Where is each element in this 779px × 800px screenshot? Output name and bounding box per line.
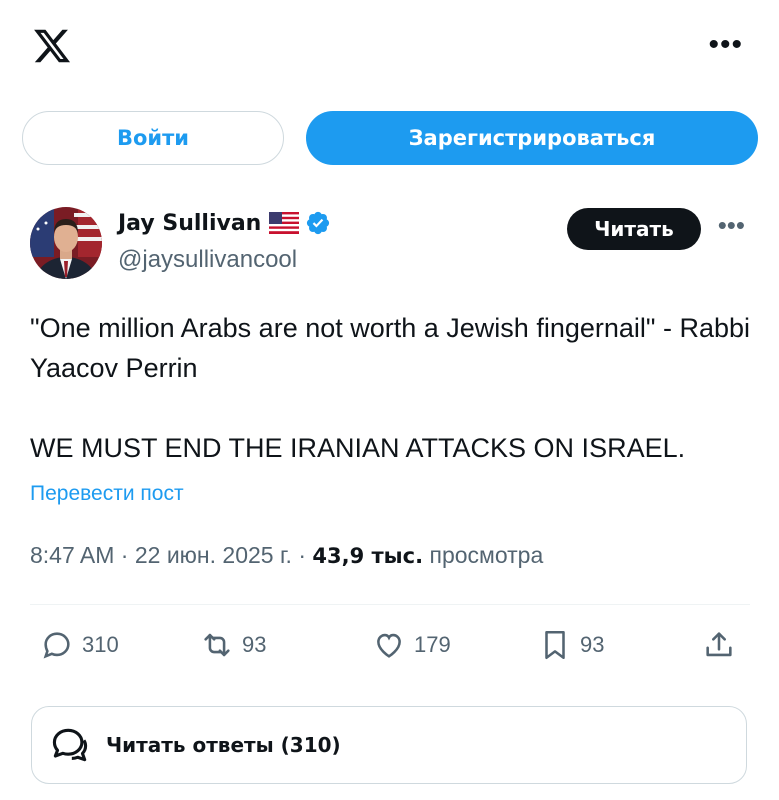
meta-separator: · (298, 542, 306, 568)
repost-button[interactable]: 93 (200, 628, 266, 662)
us-flag-icon (269, 212, 300, 234)
tweet-date[interactable]: 22 июн. 2025 г. (135, 542, 292, 568)
like-count: 179 (414, 632, 451, 657)
replies-bubble-icon (52, 728, 88, 762)
like-button[interactable]: 179 (372, 628, 451, 662)
read-replies-button[interactable]: Читать ответы (310) (31, 706, 747, 784)
avatar[interactable] (30, 207, 102, 279)
bookmark-count: 93 (580, 632, 605, 657)
author-handle[interactable]: @jaysullivancool (118, 246, 297, 274)
translate-post-link[interactable]: Перевести пост (30, 482, 184, 506)
share-icon (706, 632, 732, 657)
repost-count: 93 (242, 632, 267, 657)
signup-button[interactable]: Зарегистрироваться (306, 111, 758, 165)
avatar-image (30, 207, 102, 279)
tweet-text-line2: WE MUST END THE IRANIAN ATTACKS ON ISRAE… (30, 433, 686, 463)
follow-button[interactable]: Читать (567, 208, 701, 250)
reply-icon (43, 632, 70, 659)
views-label: просмотра (429, 542, 544, 568)
reply-count: 310 (82, 632, 119, 657)
divider (30, 604, 750, 605)
heart-icon (377, 633, 401, 658)
more-options-icon[interactable]: ••• (708, 30, 743, 60)
share-button[interactable] (702, 628, 736, 662)
tweet-text-line1: "One million Arabs are not worth a Jewis… (30, 313, 751, 383)
top-bar: ••• (0, 0, 779, 90)
tweet-time[interactable]: 8:47 AM (30, 542, 114, 568)
x-logo-icon[interactable] (30, 26, 74, 66)
read-replies-label: Читать ответы (310) (106, 733, 341, 757)
author-name[interactable]: Jay Sullivan (118, 210, 331, 236)
meta-separator: · (120, 542, 129, 568)
reply-button[interactable]: 310 (40, 628, 119, 662)
verified-badge-icon (307, 211, 330, 235)
action-bar: 310 93 179 93 (0, 628, 779, 672)
repost-icon (204, 633, 230, 657)
tweet-meta: 8:47 AM · 22 июн. 2025 г. · 43,9 тыс. пр… (30, 542, 543, 569)
bookmark-icon (545, 630, 565, 660)
author-name-text: Jay Sullivan (118, 210, 262, 236)
login-button[interactable]: Войти (22, 111, 284, 165)
tweet-text: "One million Arabs are not worth a Jewis… (30, 308, 755, 468)
bookmark-button[interactable]: 93 (538, 628, 604, 662)
views-count: 43,9 тыс. (312, 544, 424, 568)
tweet-more-icon[interactable]: ••• (718, 212, 745, 238)
